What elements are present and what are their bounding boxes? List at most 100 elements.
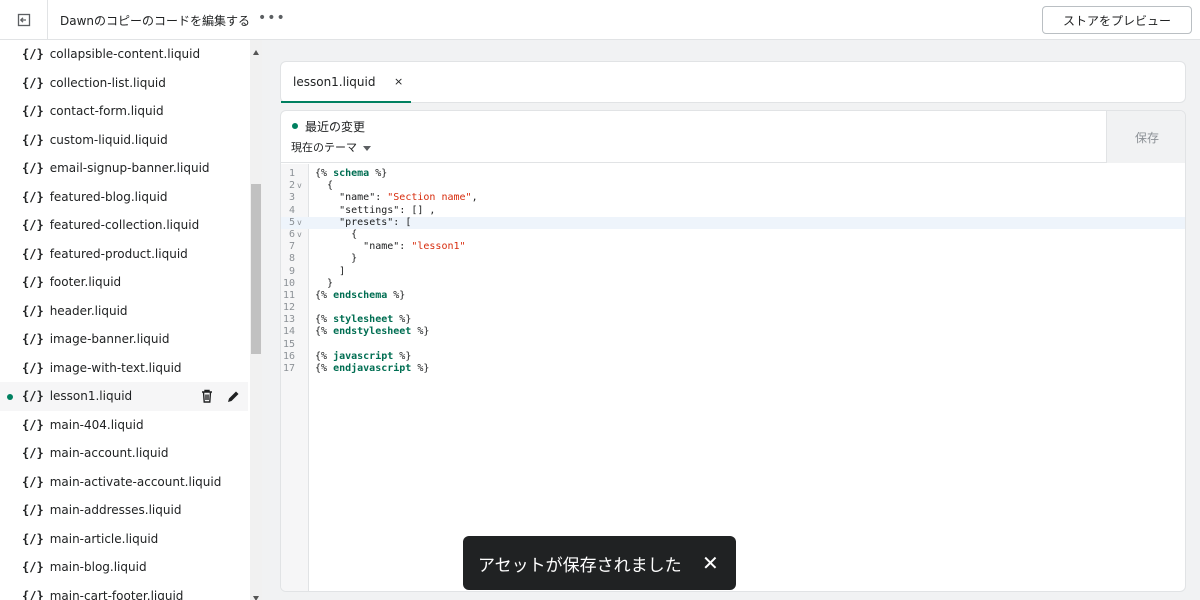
line-number: 7 [288,241,295,253]
fold-chevron-icon[interactable]: v [297,229,302,241]
file-item[interactable]: {/} featured-collection.liquid [0,211,248,240]
theme-version-select[interactable]: 現在のテーマ [291,139,371,155]
code-editor: 最近の変更 現在のテーマ 保存 1 {% schema %} 2 v {3 "name… [280,110,1186,592]
liquid-file-icon: {/} [22,588,44,600]
file-name: main-article.liquid [49,531,159,546]
line-number: 3 [288,192,295,204]
line-number: 12 [282,302,295,314]
liquid-file-icon: {/} [22,446,44,461]
liquid-file-icon: {/} [22,332,44,347]
code-line[interactable]: 14 {% endstylesheet %} [281,326,1185,338]
code-line[interactable]: 8 } [281,253,1185,265]
file-item[interactable]: {/} main-article.liquid [0,525,248,554]
code-line[interactable]: 13 {% stylesheet %} [281,314,1185,326]
code-text: {% endschema %} [315,289,406,301]
file-name: main-blog.liquid [49,560,147,575]
file-item[interactable]: {/} featured-blog.liquid [0,183,248,212]
tab-close-icon[interactable]: × [394,75,403,88]
file-item[interactable]: {/} collapsible-content.liquid [0,40,248,69]
line-number: 15 [282,338,295,350]
top-bar: Dawnのコピーのコードを編集する ••• ストアをプレビュー [0,0,1200,40]
code-line[interactable]: 4 "settings": [] , [281,204,1185,217]
file-name: image-with-text.liquid [49,360,182,375]
scroll-down-arrow-icon[interactable] [253,596,259,600]
code-text: ] [315,265,346,277]
theme-select-label: 現在のテーマ [291,141,357,154]
pencil-icon[interactable] [226,388,240,404]
liquid-file-icon: {/} [22,47,44,62]
modified-indicator-dot [7,394,13,400]
scroll-up-arrow-icon[interactable] [253,50,259,55]
recent-changes-title: 最近の変更 [305,120,366,134]
code-text: { [315,228,358,240]
file-list: {/} collapsible-content.liquid {/} collecti… [0,40,248,600]
code-line[interactable]: 5v "presets": [ [281,216,1185,229]
editor-header: 最近の変更 現在のテーマ 保存 [281,111,1185,163]
code-line[interactable]: 11 {% endschema %} [281,289,1185,302]
file-item[interactable]: {/} main-activate-account.liquid [0,468,248,497]
liquid-file-icon: {/} [22,531,44,546]
file-item[interactable]: {/} contact-form.liquid [0,97,248,126]
code-line[interactable]: 3 "name": "Section name", [281,192,1185,204]
file-name: email-signup-banner.liquid [49,161,210,176]
file-name: image-banner.liquid [49,332,170,347]
more-actions-button[interactable]: ••• [258,10,286,26]
preview-store-button[interactable]: ストアをプレビュー [1042,6,1192,34]
trash-icon[interactable] [200,388,214,404]
file-item[interactable]: {/} main-blog.liquid [0,553,248,582]
file-item[interactable]: {/} footer.liquid [0,268,248,297]
exit-icon [17,13,30,27]
line-number: 17 [282,363,295,374]
file-item[interactable]: {/} collection-list.liquid [0,69,248,98]
file-item[interactable]: {/} header.liquid [0,297,248,326]
file-name: featured-blog.liquid [49,189,168,204]
save-button[interactable]: 保存 [1106,111,1185,163]
code-area[interactable]: 1 {% schema %} 2 v {3 "name": "Section name… [281,168,1185,375]
fold-chevron-icon[interactable]: v [297,217,302,229]
code-line[interactable]: 15 [281,338,1185,351]
liquid-file-icon: {/} [22,161,44,176]
code-text: "name": "Section name", [339,192,478,204]
code-line[interactable]: 1 {% schema %} [281,168,1185,180]
file-item[interactable]: {/} featured-product.liquid [0,240,248,269]
file-item[interactable]: {/} email-signup-banner.liquid [0,154,248,183]
file-item[interactable]: {/} image-with-text.liquid [0,354,248,383]
liquid-file-icon: {/} [22,218,44,233]
sidebar-scrollbar[interactable] [250,40,262,600]
line-number: 8 [288,253,295,265]
code-text: "settings": [] , [339,204,436,216]
toast-message: アセットが保存されました [478,555,682,576]
code-text: "name": "lesson1" [363,241,466,253]
code-line[interactable]: 6v { [281,228,1185,241]
file-name: main-addresses.liquid [49,503,182,518]
file-name: lesson1.liquid [49,389,133,404]
file-item[interactable]: {/} main-cart-footer.liquid [0,582,248,600]
code-line[interactable]: 9 ] [281,265,1185,278]
liquid-file-icon: {/} [22,360,44,375]
code-line[interactable]: 2v { [281,180,1185,192]
liquid-file-icon: {/} [22,389,44,404]
code-text: { [315,180,334,192]
code-line[interactable]: 12 [281,302,1185,314]
file-name: collection-list.liquid [49,75,166,90]
exit-editor-button[interactable] [0,0,48,40]
code-line[interactable]: 10 } [281,278,1185,290]
file-item[interactable]: {/} main-addresses.liquid [0,496,248,525]
file-name: collapsible-content.liquid [49,47,201,62]
file-item[interactable]: {/} custom-liquid.liquid [0,126,248,155]
file-name: header.liquid [49,303,128,318]
file-item[interactable]: {/} lesson1.liquid [0,382,248,411]
line-number: 2 [288,180,295,192]
file-item[interactable]: {/} image-banner.liquid [0,325,248,354]
fold-chevron-icon[interactable]: v [297,180,302,192]
scrollbar-thumb[interactable] [251,184,261,354]
code-line[interactable]: 17 {% endjavascript %} [281,363,1185,375]
code-line[interactable]: 7 "name": "lesson1" [281,241,1185,253]
code-line[interactable]: 16 {% javascript %} [281,351,1185,363]
file-item[interactable]: {/} main-404.liquid [0,411,248,440]
close-icon[interactable]: ✕ [702,551,719,575]
file-row-actions [200,388,240,404]
file-item[interactable]: {/} main-account.liquid [0,439,248,468]
liquid-file-icon: {/} [22,189,44,204]
tab-lesson1[interactable]: lesson1.liquid × [281,62,411,103]
